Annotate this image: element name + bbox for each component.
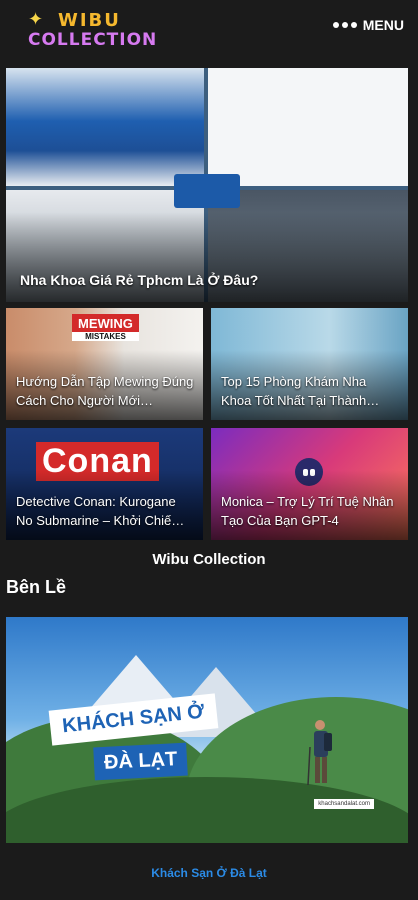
clinic-logo-badge [174, 174, 240, 208]
sparkle-icon: ✦ [28, 9, 44, 29]
post-card[interactable]: Conan Detective Conan: Kurogane No Subma… [6, 428, 203, 540]
logo-line-2: COLLECTION [28, 30, 158, 50]
post-card-title[interactable]: Top 15 Phòng Khám Nha Khoa Tốt Nhất Tại … [221, 372, 400, 410]
site-name-heading: Wibu Collection [152, 551, 266, 568]
more-dots-icon [332, 22, 357, 28]
menu-button[interactable]: MENU [332, 17, 404, 33]
post-card[interactable]: Monica – Trợ Lý Trí Tuệ Nhân Tạo Của Bạn… [211, 428, 408, 540]
dental-xray-machine-image [208, 68, 408, 186]
menu-label: MENU [362, 17, 404, 33]
site-header: ✦ WIBU COLLECTION MENU [0, 0, 418, 60]
dalat-hotel-banner[interactable]: KHÁCH SẠN Ở ĐÀ LẠT khachsandalat.com [6, 617, 408, 843]
banner-line-2: ĐÀ LẠT [93, 742, 189, 781]
featured-post[interactable]: Nha Khoa Giá Rẻ Tphcm Là Ở Đâu? [6, 68, 408, 302]
post-card[interactable]: MEWING MISTAKES Hướng Dẫn Tập Mewing Đúng… [6, 308, 203, 420]
post-card-title[interactable]: Hướng Dẫn Tập Mewing Đúng Cách Cho Người… [16, 372, 195, 410]
banner-link[interactable]: Khách Sạn Ở Đà Lạt [0, 866, 418, 880]
site-logo[interactable]: ✦ WIBU COLLECTION [28, 8, 158, 52]
hiker-icon [307, 720, 332, 786]
logo-line-1: WIBU [58, 10, 121, 31]
post-card[interactable]: Top 15 Phòng Khám Nha Khoa Tốt Nhất Tại … [211, 308, 408, 420]
post-card-title[interactable]: Monica – Trợ Lý Trí Tuệ Nhân Tạo Của Bạn… [221, 492, 400, 530]
featured-post-title[interactable]: Nha Khoa Giá Rẻ Tphcm Là Ở Đâu? [20, 272, 258, 288]
banner-site-label: khachsandalat.com [314, 799, 374, 809]
section-title: Bên Lề [6, 577, 67, 597]
clinic-reception-image [6, 68, 204, 186]
post-card-title[interactable]: Detective Conan: Kurogane No Submarine –… [16, 492, 195, 530]
mewing-overlay: MEWING MISTAKES [72, 314, 139, 341]
